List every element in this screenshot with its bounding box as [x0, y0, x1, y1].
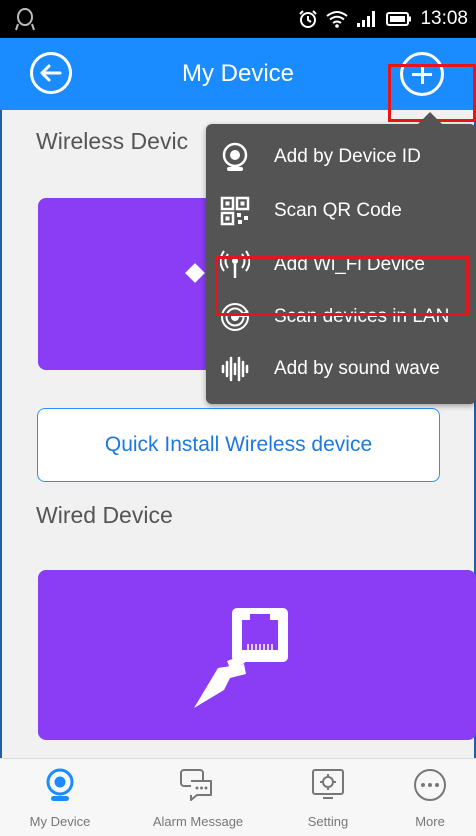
menu-item-add-by-sound-wave[interactable]: Add by sound wave	[206, 342, 476, 396]
nav-more[interactable]: More	[357, 759, 476, 836]
menu-item-add-by-device-id[interactable]: Add by Device ID	[206, 130, 476, 184]
alarm-clock-icon	[299, 10, 318, 28]
more-icon	[414, 769, 446, 801]
nav-my-device[interactable]: My Device	[0, 759, 119, 836]
wired-section-title: Wired Device	[36, 502, 173, 528]
menu-item-scan-qr-code[interactable]: Scan QR Code	[206, 184, 476, 238]
status-time: 13:08	[420, 8, 468, 29]
menu-item-label: Add by Device ID	[274, 146, 421, 167]
nav-alarm-message[interactable]: Alarm Message	[119, 759, 243, 836]
status-bar: 13:08	[0, 0, 476, 38]
signal-icon	[357, 11, 376, 27]
wired-device-card[interactable]	[38, 570, 476, 740]
chat-icon	[180, 769, 212, 801]
wifi-icon	[326, 11, 349, 28]
ethernet-hand-icon	[194, 608, 288, 708]
battery-icon	[386, 12, 412, 26]
card-graphic	[185, 263, 205, 283]
status-icons: 13:08	[298, 8, 468, 30]
wireless-section-title: Wireless Devic	[36, 128, 189, 154]
camera-icon	[46, 768, 74, 801]
notification-icon	[15, 8, 35, 31]
menu-item-label: Scan QR Code	[274, 200, 402, 221]
highlight-box-menu-items	[215, 256, 469, 316]
nav-label: My Device	[29, 814, 91, 829]
nav-setting[interactable]: Setting	[238, 759, 357, 836]
camera-icon	[222, 142, 248, 171]
bottom-nav: My Device Alarm Message Setting More	[0, 758, 476, 836]
quick-install-button[interactable]: Quick Install Wireless device	[37, 408, 440, 482]
qr-code-icon	[220, 196, 250, 226]
menu-item-label: Add by sound wave	[274, 358, 440, 379]
sound-wave-icon	[221, 356, 249, 382]
nav-label: More	[415, 814, 445, 829]
settings-icon	[312, 769, 344, 799]
